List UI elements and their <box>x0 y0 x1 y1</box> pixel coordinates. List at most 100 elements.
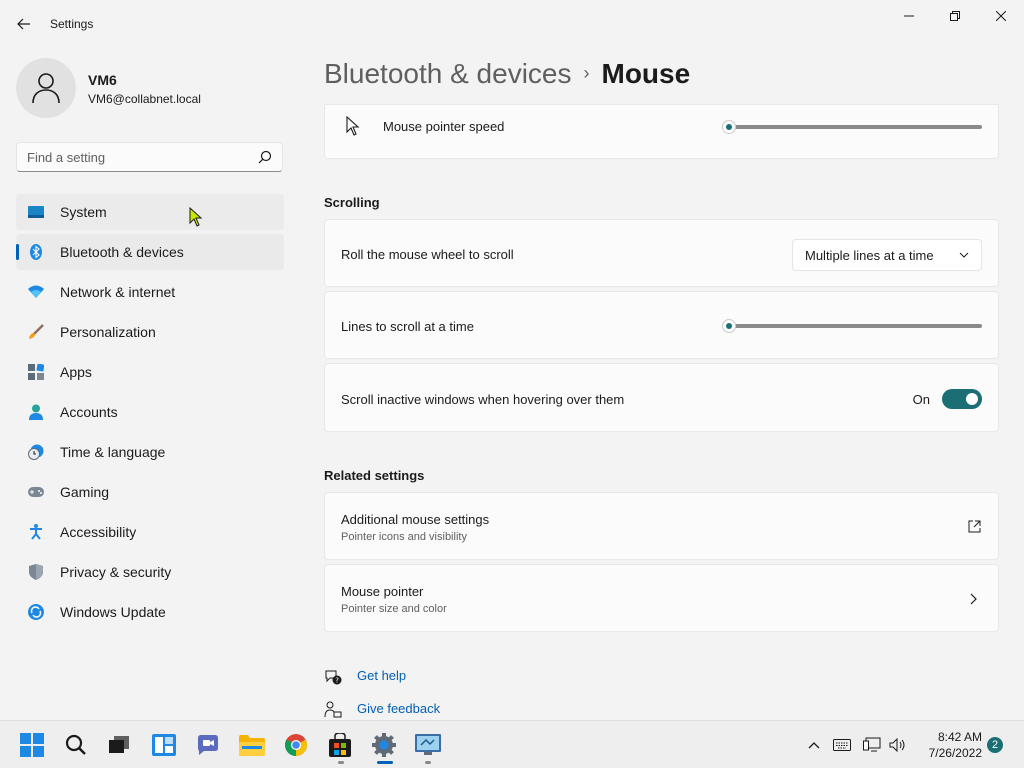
bluetooth-icon <box>28 244 44 260</box>
start-button[interactable] <box>16 729 48 761</box>
additional-mouse-settings-card[interactable]: Additional mouse settings Pointer icons … <box>324 492 999 560</box>
sidebar-item-label: Accessibility <box>60 524 137 540</box>
related-settings-title: Related settings <box>324 468 425 483</box>
svg-text:?: ? <box>335 677 339 685</box>
remote-desktop-button[interactable] <box>412 729 444 761</box>
keyboard-tray-button[interactable] <box>832 735 852 755</box>
slider-track <box>722 324 982 328</box>
search-icon <box>65 734 86 755</box>
mouse-pointer-label: Mouse pointer <box>341 584 424 599</box>
chevron-right-icon <box>970 593 977 605</box>
scroll-inactive-label: Scroll inactive windows when hovering ov… <box>341 392 625 407</box>
shield-icon <box>28 564 44 580</box>
sidebar-item-time-language[interactable]: Time & language <box>16 434 284 470</box>
give-feedback-link[interactable]: Give feedback <box>324 699 524 719</box>
taskbar-search-button[interactable] <box>60 729 92 761</box>
breadcrumb-parent[interactable]: Bluetooth & devices <box>324 58 572 89</box>
sidebar-item-label: Personalization <box>60 324 156 340</box>
feedback-icon <box>324 701 342 718</box>
sidebar-item-label: Time & language <box>60 444 166 460</box>
additional-mouse-sub: Pointer icons and visibility <box>341 531 467 543</box>
minimize-button[interactable] <box>886 0 932 32</box>
sidebar-item-network[interactable]: Network & internet <box>16 274 284 310</box>
chrome-button[interactable] <box>280 729 312 761</box>
toggle-state-text: On <box>912 392 930 407</box>
slider-track <box>722 125 982 129</box>
person-icon <box>28 404 44 420</box>
close-icon <box>996 11 1006 21</box>
breadcrumb: Bluetooth & devices › Mouse <box>324 58 690 90</box>
active-app-indicator <box>377 761 393 764</box>
taskbar-clock[interactable]: 8:42 AM 7/26/2022 <box>912 729 982 761</box>
store-icon <box>329 733 351 757</box>
slider-thumb[interactable] <box>722 120 736 134</box>
search-icon[interactable] <box>258 150 272 164</box>
speaker-icon <box>889 738 905 752</box>
sidebar-item-accessibility[interactable]: Accessibility <box>16 514 284 550</box>
gear-icon <box>372 733 396 757</box>
scroll-inactive-toggle[interactable] <box>942 389 982 409</box>
wifi-icon <box>28 284 44 300</box>
folder-icon <box>239 735 265 756</box>
roll-wheel-card: Roll the mouse wheel to scroll Multiple … <box>324 219 999 287</box>
external-link-icon <box>968 520 981 533</box>
store-button[interactable] <box>324 729 356 761</box>
remote-desktop-icon <box>415 734 441 755</box>
page-title: Mouse <box>601 58 691 89</box>
back-button[interactable] <box>12 12 36 36</box>
network-tray-button[interactable] <box>862 735 882 755</box>
show-hidden-icons-button[interactable] <box>804 735 824 755</box>
sidebar-item-system[interactable]: System <box>16 194 284 230</box>
chat-button[interactable] <box>192 729 224 761</box>
lines-to-scroll-slider[interactable] <box>722 319 982 333</box>
notification-badge[interactable]: 2 <box>987 737 1003 753</box>
help-icon: ? <box>325 670 342 685</box>
apps-icon <box>28 364 44 380</box>
back-arrow-icon <box>17 18 30 30</box>
volume-tray-button[interactable] <box>888 735 908 755</box>
chrome-icon <box>285 734 307 756</box>
restore-button[interactable] <box>932 0 978 32</box>
pointer-speed-slider[interactable] <box>722 120 982 134</box>
pointer-speed-label: Mouse pointer speed <box>383 119 505 134</box>
roll-wheel-dropdown[interactable]: Multiple lines at a time <box>792 239 982 271</box>
close-button[interactable] <box>978 0 1024 32</box>
get-help-text[interactable]: Get help <box>357 668 406 683</box>
sidebar-item-personalization[interactable]: Personalization <box>16 314 284 350</box>
task-view-button[interactable] <box>103 729 135 761</box>
chevron-down-icon <box>959 252 969 258</box>
sidebar-item-label: Network & internet <box>60 284 176 300</box>
roll-wheel-label: Roll the mouse wheel to scroll <box>341 247 514 262</box>
sidebar-item-bluetooth-devices[interactable]: Bluetooth & devices <box>16 234 284 270</box>
scrolling-section-title: Scrolling <box>324 195 380 210</box>
search-input[interactable]: Find a setting <box>16 142 283 172</box>
sidebar-item-windows-update[interactable]: Windows Update <box>16 594 284 630</box>
user-email: VM6@collabnet.local <box>88 92 201 106</box>
lines-to-scroll-label: Lines to scroll at a time <box>341 319 474 334</box>
user-profile[interactable]: VM6 VM6@collabnet.local <box>16 58 296 118</box>
get-help-link[interactable]: ? Get help <box>324 666 524 686</box>
give-feedback-text[interactable]: Give feedback <box>357 701 440 716</box>
running-indicator <box>338 761 344 764</box>
sidebar-item-apps[interactable]: Apps <box>16 354 284 390</box>
keyboard-icon <box>833 739 851 751</box>
slider-thumb[interactable] <box>722 319 736 333</box>
sidebar-item-gaming[interactable]: Gaming <box>16 474 284 510</box>
windows-logo-icon <box>20 733 44 757</box>
mouse-pointer-card[interactable]: Mouse pointer Pointer size and color <box>324 564 999 632</box>
avatar <box>16 58 76 118</box>
widgets-button[interactable] <box>148 729 180 761</box>
file-explorer-button[interactable] <box>236 729 268 761</box>
settings-taskbar-button[interactable] <box>368 729 400 761</box>
taskbar: 8:42 AM 7/26/2022 2 <box>0 720 1024 768</box>
update-icon <box>28 604 44 620</box>
accessibility-icon <box>28 524 44 540</box>
sidebar: VM6 VM6@collabnet.local Find a setting S… <box>0 48 300 720</box>
sidebar-item-accounts[interactable]: Accounts <box>16 394 284 430</box>
restore-icon <box>950 11 960 21</box>
additional-mouse-label: Additional mouse settings <box>341 512 490 527</box>
brush-icon <box>28 324 44 340</box>
gamepad-icon <box>28 484 44 500</box>
sidebar-item-privacy-security[interactable]: Privacy & security <box>16 554 284 590</box>
clock-date: 7/26/2022 <box>928 746 982 760</box>
